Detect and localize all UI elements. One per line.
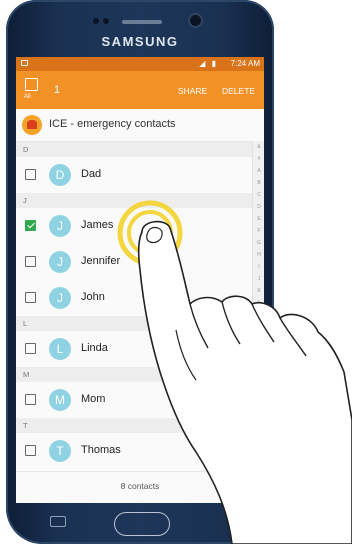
hand-icon xyxy=(137,220,352,544)
tap-gesture-hand-illustration xyxy=(117,200,352,544)
fingernail-icon xyxy=(146,226,163,244)
